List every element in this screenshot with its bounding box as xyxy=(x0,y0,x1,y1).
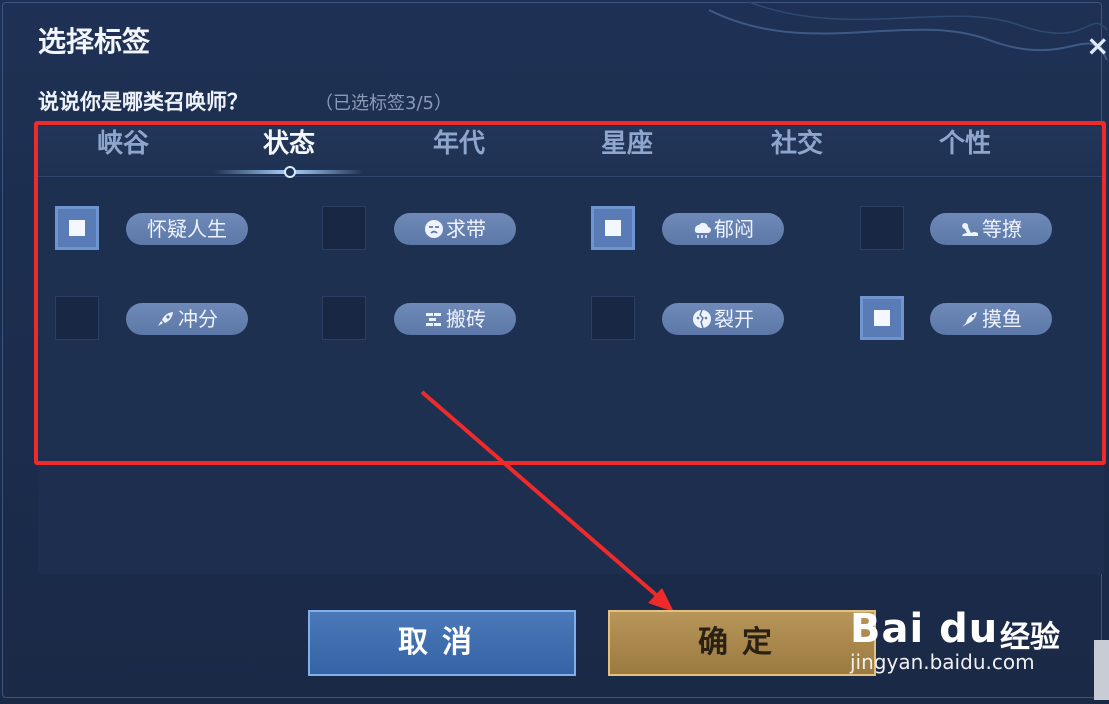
confirm-button[interactable]: 确定 xyxy=(608,610,876,676)
watermark-url: jingyan.baidu.com xyxy=(850,650,1035,674)
cancel-button[interactable]: 取消 xyxy=(308,610,576,676)
watermark-logo: Bai du xyxy=(850,606,999,652)
baidu-watermark: Bai du 经验 jingyan.baidu.com xyxy=(850,600,1060,680)
edge-strip xyxy=(1094,640,1109,700)
annotation-arrow xyxy=(420,390,674,612)
